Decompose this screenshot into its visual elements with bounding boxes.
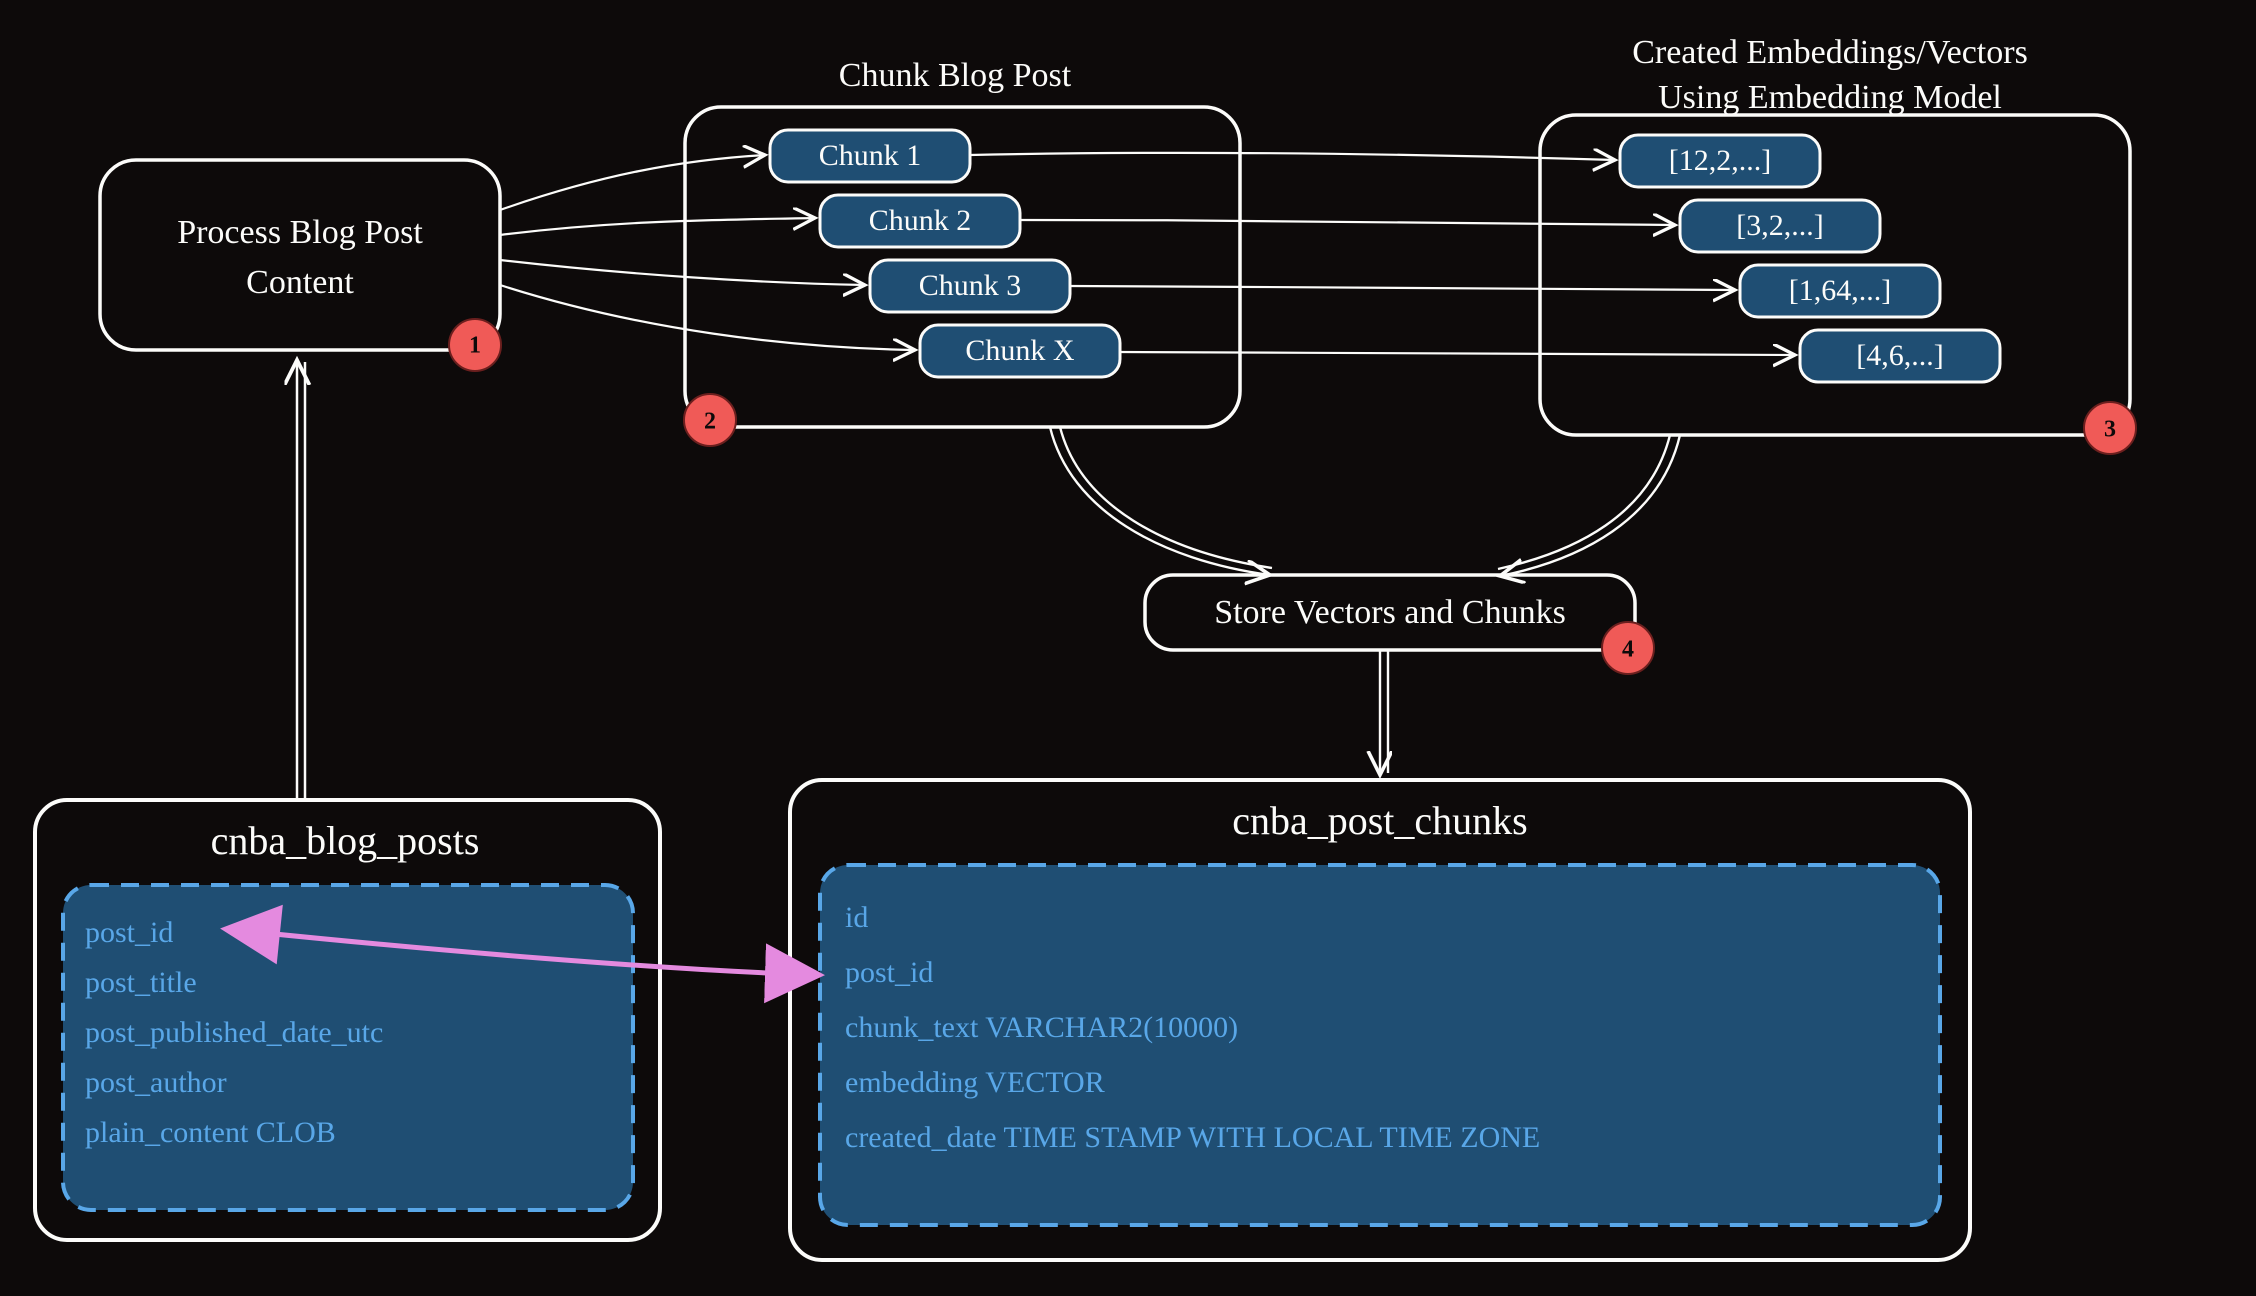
table1-title: cnba_blog_posts: [211, 818, 480, 863]
svg-text:[12,2,...]: [12,2,...]: [1669, 144, 1771, 177]
step3-title-line2: Using Embedding Model: [1658, 79, 2002, 116]
table1-outer: cnba_blog_posts post_id post_title post_…: [35, 800, 660, 1240]
step4-badge: 4: [1602, 622, 1654, 674]
svg-text:2: 2: [704, 409, 716, 435]
svg-text:Chunk X: Chunk X: [965, 334, 1075, 367]
step2-title: Chunk Blog Post: [839, 57, 1072, 94]
step3-title-line1: Created Embeddings/Vectors: [1632, 34, 2028, 71]
step1-line1: Process Blog Post: [177, 214, 423, 251]
chunk-1: Chunk 1: [770, 130, 970, 182]
step4-box: Store Vectors and Chunks: [1145, 575, 1635, 650]
arrow-step4-to-table2: [1380, 650, 1388, 775]
vector-3: [1,64,...]: [1740, 265, 1940, 317]
step1-badge: 1: [449, 319, 501, 371]
table2-col3: embedding VECTOR: [845, 1066, 1105, 1099]
table1-col1: post_title: [85, 966, 197, 999]
arrows-step1-to-chunks: [500, 155, 915, 350]
svg-text:1: 1: [469, 333, 481, 359]
table1-col3: post_author: [85, 1066, 227, 1099]
step3-badge: 3: [2084, 402, 2136, 454]
vector-4: [4,6,...]: [1800, 330, 2000, 382]
step2-badge: 2: [684, 394, 736, 446]
table2-col4: created_date TIME STAMP WITH LOCAL TIME …: [845, 1121, 1540, 1154]
svg-text:[4,6,...]: [4,6,...]: [1856, 339, 1943, 372]
table2-col0: id: [845, 901, 868, 934]
svg-text:Chunk 2: Chunk 2: [869, 204, 972, 237]
chunk-2: Chunk 2: [820, 195, 1020, 247]
svg-text:Chunk 1: Chunk 1: [819, 139, 922, 172]
svg-text:[1,64,...]: [1,64,...]: [1789, 274, 1891, 307]
step1-box: Process Blog Post Content: [100, 160, 500, 350]
table2-title: cnba_post_chunks: [1232, 798, 1528, 843]
table1-col4: plain_content CLOB: [85, 1116, 336, 1149]
chunk-x: Chunk X: [920, 325, 1120, 377]
table2-col1: post_id: [845, 956, 933, 989]
svg-text:Chunk 3: Chunk 3: [919, 269, 1022, 302]
table2-col2: chunk_text VARCHAR2(10000): [845, 1011, 1238, 1044]
svg-text:3: 3: [2104, 417, 2116, 443]
svg-text:[3,2,...]: [3,2,...]: [1736, 209, 1823, 242]
table2-outer: cnba_post_chunks id post_id chunk_text V…: [790, 780, 1970, 1260]
chunk-3: Chunk 3: [870, 260, 1070, 312]
vector-1: [12,2,...]: [1620, 135, 1820, 187]
arrow-step2-to-step4: [1050, 427, 1272, 575]
svg-text:4: 4: [1622, 637, 1634, 663]
arrow-table1-to-step1: [297, 360, 305, 800]
vector-2: [3,2,...]: [1680, 200, 1880, 252]
table1-col0: post_id: [85, 916, 173, 949]
step4-title: Store Vectors and Chunks: [1214, 594, 1566, 631]
step1-line2: Content: [246, 264, 354, 301]
arrow-step3-to-step4: [1498, 435, 1680, 576]
table1-col2: post_published_date_utc: [85, 1016, 383, 1049]
